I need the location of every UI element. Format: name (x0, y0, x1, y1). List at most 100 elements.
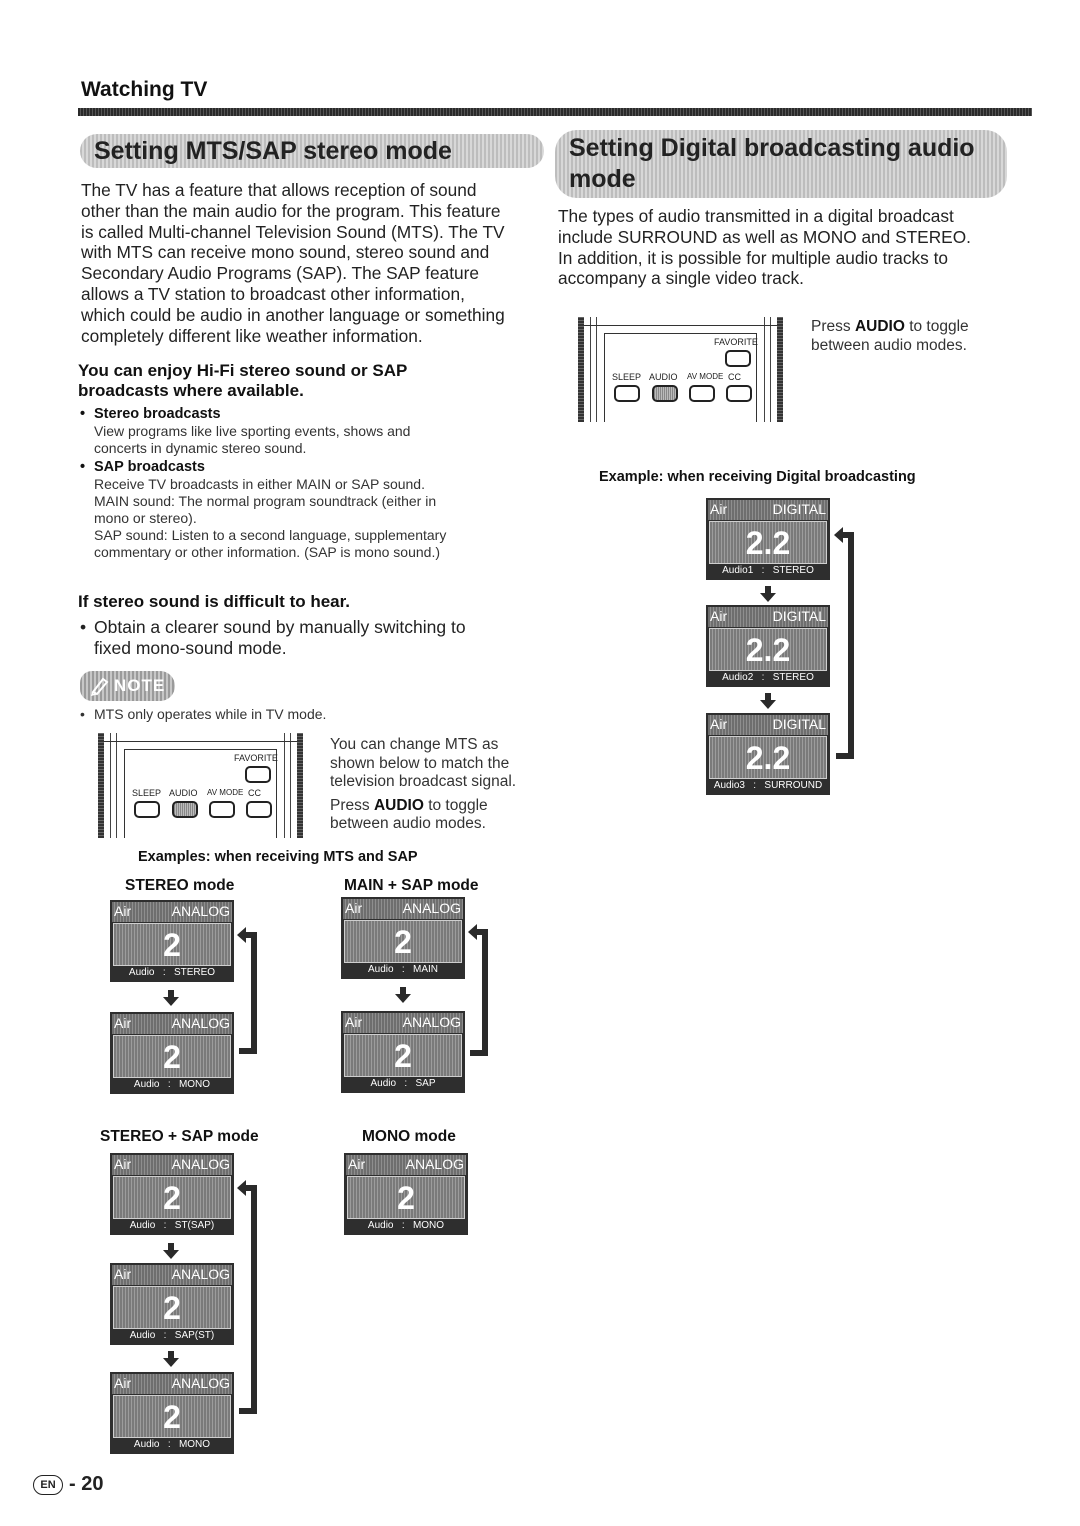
avmode-button[interactable] (209, 801, 235, 818)
osd-channel-area: 2 (113, 1286, 231, 1329)
audio-button[interactable] (652, 385, 678, 402)
osd-audio-status: Audio : ST(SAP) (129, 1220, 215, 1231)
heading-mts-sap-text: Setting MTS/SAP stereo mode (94, 137, 452, 165)
audio-label: AUDIO (169, 788, 198, 798)
osd-audio-status: Audio : MONO (133, 1439, 211, 1450)
osd-channel-area: 2 (344, 1034, 462, 1077)
osd-stereo-2: Air ANALOG 2 Audio : MONO (110, 1012, 234, 1094)
bullet-sap-title: • SAP broadcasts (80, 459, 205, 475)
example-digital-title: Example: when receiving Digital broadcas… (599, 469, 916, 485)
osd-audio-status: Audio : MAIN (367, 964, 439, 975)
osd-audio-status: Audio : MONO (133, 1079, 211, 1090)
avmode-button[interactable] (689, 385, 715, 402)
section-title: Watching TV (81, 78, 208, 101)
loop-back-arrow-icon (237, 927, 257, 1054)
osd-channel-area: 2 (113, 923, 231, 966)
osd-channel-number: 2 (163, 1399, 181, 1435)
mono-tip: • Obtain a clearer sound by manually swit… (80, 617, 466, 658)
osd-channel-number: 2.2 (745, 632, 791, 668)
heading-line: Setting Digital broadcasting audio (569, 134, 975, 162)
remote-caption-left: You can change MTS as shown below to mat… (330, 736, 517, 832)
osd-channel-number: 2 (163, 927, 181, 963)
language-badge: EN (33, 1474, 63, 1495)
page-separator: - (69, 1473, 76, 1495)
audio-button[interactable] (172, 801, 198, 818)
osd-channel-number: 2 (163, 1180, 181, 1216)
mts-intro-paragraph: The TV has a feature that allows recepti… (81, 180, 551, 346)
osd-signal-type: ANALOG (402, 1014, 461, 1030)
cc-button[interactable] (726, 385, 752, 402)
sleep-label: SLEEP (612, 372, 642, 382)
intro-line: allows a TV station to broadcast other i… (81, 283, 465, 304)
examples-mts-title: Examples: when receiving MTS and SAP (138, 849, 418, 865)
osd-channel-area: 2.2 (709, 521, 827, 564)
osd-source: Air (114, 1156, 132, 1172)
osd-audio-status: Audio : STEREO (128, 967, 216, 978)
hifi-subheading: You can enjoy Hi-Fi stereo sound or SAP … (78, 361, 407, 401)
osd-signal-type: ANALOG (171, 1266, 230, 1282)
cc-label: CC (728, 372, 741, 382)
osd-stereosap-2: Air ANALOG 2 Audio : SAP(ST) (110, 1263, 234, 1345)
audio-label: AUDIO (649, 372, 678, 382)
favorite-button[interactable] (245, 766, 271, 783)
osd-audio-status: Audio : MONO (367, 1220, 445, 1231)
down-arrow-icon (163, 1243, 179, 1259)
osd-signal-type: ANALOG (171, 1015, 230, 1031)
page-number: 20 (81, 1473, 104, 1495)
osd-digital-3: Air DIGITAL 2.2 Audio3 : SURROUND (706, 713, 830, 795)
osd-stereo-1: Air ANALOG 2 Audio : STEREO (110, 900, 234, 982)
osd-source: Air (710, 716, 728, 732)
osd-audio-status: Audio : SAP(ST) (129, 1330, 215, 1341)
osd-signal-type: DIGITAL (772, 716, 826, 732)
osd-channel-area: 2 (113, 1395, 231, 1438)
osd-mainsap-2: Air ANALOG 2 Audio : SAP (341, 1011, 465, 1093)
osd-digital-1: Air DIGITAL 2.2 Audio1 : STEREO (706, 498, 830, 580)
osd-channel-number: 2.2 (745, 740, 791, 776)
intro-line: with MTS can receive mono sound, stereo … (81, 242, 490, 263)
osd-channel-number: 2 (394, 1038, 412, 1074)
osd-audio-status: Audio2 : STEREO (722, 672, 814, 683)
mode-label-main-sap: MAIN + SAP mode (344, 877, 479, 894)
pencil-icon (90, 677, 109, 696)
osd-channel-area: 2 (113, 1035, 231, 1078)
osd-channel-area: 2 (347, 1176, 465, 1219)
osd-channel-area: 2 (113, 1176, 231, 1219)
osd-audio-status: Audio1 : STEREO (722, 565, 814, 576)
down-arrow-icon (760, 693, 776, 709)
avmode-label: AV MODE (207, 788, 244, 797)
osd-signal-type: ANALOG (171, 1375, 230, 1391)
favorite-label: FAVORITE (714, 337, 758, 347)
difficult-subheading: If stereo sound is difficult to hear. (78, 592, 351, 611)
mode-label-stereo-sap: STEREO + SAP mode (100, 1128, 259, 1145)
favorite-button[interactable] (725, 350, 751, 367)
cc-button[interactable] (246, 801, 272, 818)
osd-channel-area: 2 (344, 920, 462, 963)
remote-control-illustration-digital: FAVORITE SLEEP AUDIO AV MODE CC (578, 317, 783, 422)
intro-line: Secondary Audio Programs (SAP). The SAP … (81, 263, 479, 284)
osd-audio-status: Audio3 : SURROUND (713, 780, 823, 791)
osd-signal-type: ANALOG (405, 1156, 464, 1172)
osd-mainsap-1: Air ANALOG 2 Audio : MAIN (341, 897, 465, 979)
osd-channel-number: 2 (163, 1039, 181, 1075)
sleep-button[interactable] (614, 385, 640, 402)
osd-signal-type: ANALOG (171, 1156, 230, 1172)
osd-channel-number: 2 (397, 1180, 415, 1216)
osd-stereosap-1: Air ANALOG 2 Audio : ST(SAP) (110, 1153, 234, 1235)
sleep-button[interactable] (134, 801, 160, 818)
osd-source: Air (114, 1375, 132, 1391)
avmode-label: AV MODE (687, 372, 724, 381)
osd-signal-type: DIGITAL (772, 501, 826, 517)
osd-source: Air (345, 900, 363, 916)
note-item: • MTS only operates while in TV mode. (80, 706, 327, 722)
remote-caption-right: Press AUDIO to toggle between audio mode… (811, 318, 969, 354)
down-arrow-icon (760, 586, 776, 602)
mode-label-mono: MONO mode (362, 1128, 456, 1145)
broadcast-bullets: • Stereo broadcasts View programs like li… (80, 406, 550, 561)
note-label: NOTE (114, 676, 166, 695)
osd-source: Air (710, 608, 728, 624)
osd-source: Air (114, 1015, 132, 1031)
bullet-stereo-title: • Stereo broadcasts (80, 406, 221, 422)
down-arrow-icon (395, 987, 411, 1003)
page-footer: EN - 20 (33, 1473, 103, 1496)
intro-line: which could be audio in another language… (81, 304, 505, 325)
